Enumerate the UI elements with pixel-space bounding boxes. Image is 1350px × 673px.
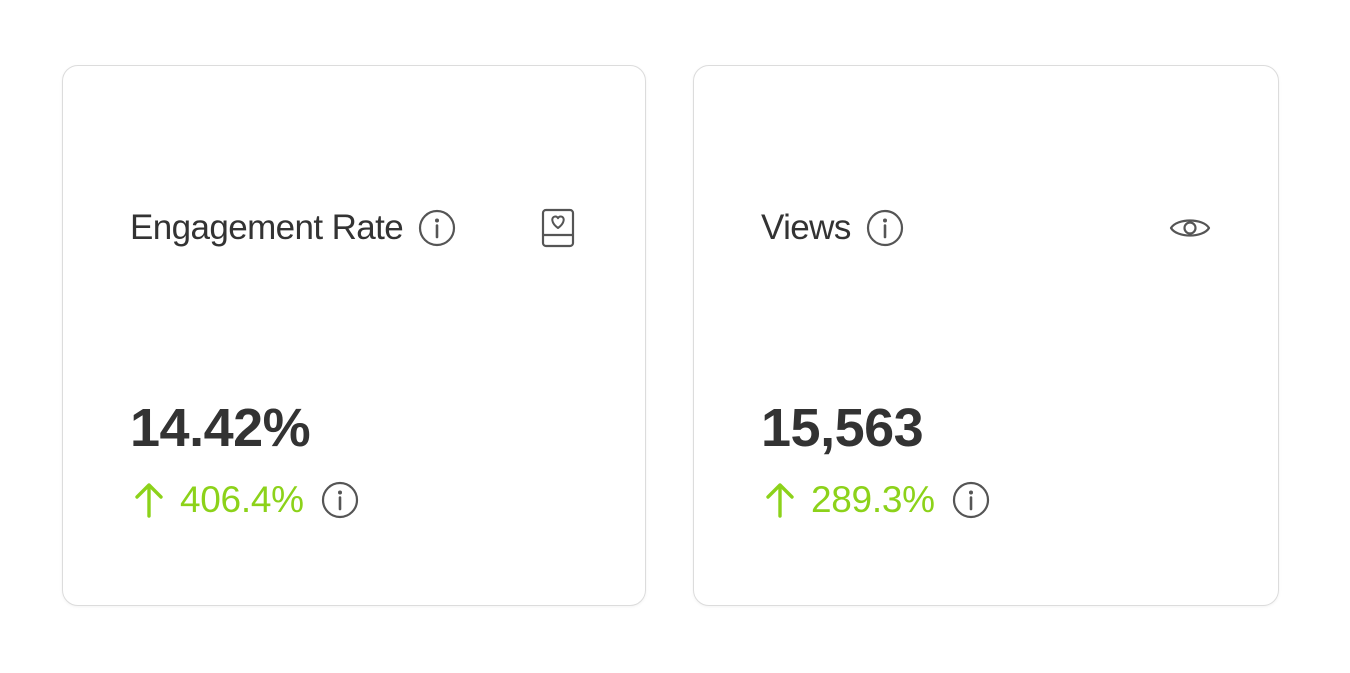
heart-card-icon [536, 206, 580, 250]
card-header: Views [761, 206, 905, 250]
card-header: Engagement Rate [130, 206, 457, 250]
eye-icon [1168, 206, 1212, 250]
arrow-up-icon [763, 480, 797, 520]
info-icon[interactable] [865, 208, 905, 248]
info-icon[interactable] [951, 480, 991, 520]
change-percent: 289.3% [811, 479, 935, 520]
metric-value: 14.42% [130, 398, 311, 458]
engagement-rate-card: Engagement Rate 14.42% 406.4% [62, 65, 646, 606]
views-card: Views 15,563 289.3% [693, 65, 1279, 606]
metric-value: 15,563 [761, 398, 924, 458]
info-icon[interactable] [417, 208, 457, 248]
info-icon[interactable] [320, 480, 360, 520]
change-indicator: 289.3% [763, 478, 991, 522]
card-title: Engagement Rate [130, 208, 404, 247]
change-indicator: 406.4% [132, 478, 360, 522]
card-title: Views [761, 208, 851, 247]
change-percent: 406.4% [180, 479, 304, 520]
arrow-up-icon [132, 480, 166, 520]
